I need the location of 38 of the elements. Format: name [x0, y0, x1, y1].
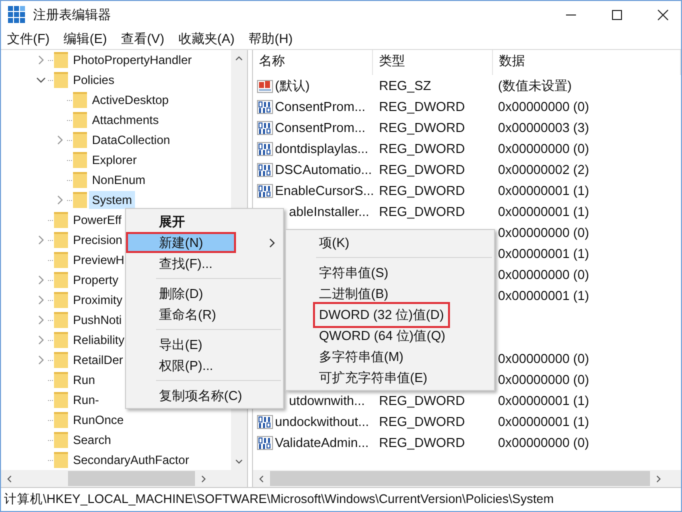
table-cell: REG_DWORD — [379, 204, 465, 219]
table-cell: REG_DWORD — [379, 183, 465, 198]
table-cell: 0x00000002 (2) — [498, 162, 590, 177]
table-cell: 0x00000000 (0) — [498, 267, 590, 282]
table-cell: REG_DWORD — [379, 120, 465, 135]
table-cell: 0x00000001 (1) — [498, 414, 590, 429]
table-cell: DSCAutomatio... — [275, 162, 372, 177]
table-cell: 0x00000000 (0) — [498, 225, 590, 240]
table-cell: EnableCursorS... — [275, 183, 374, 198]
window-title: 注册表编辑器 — [33, 6, 111, 24]
table-cell: 0x00000000 (0) — [498, 435, 590, 450]
table-cell: REG_DWORD — [379, 414, 465, 429]
table-cell: dontdisplaylas... — [275, 141, 368, 156]
table-cell: (默认) — [275, 76, 310, 94]
table-cell: 0x00000000 (0) — [498, 141, 590, 156]
table-cell: undockwithout... — [275, 414, 369, 429]
table-cell: REG_DWORD — [379, 141, 465, 156]
table-cell: ConsentProm... — [275, 99, 366, 114]
table-cell: REG_DWORD — [379, 435, 465, 450]
table-cell: ableInstaller... — [289, 204, 370, 219]
table-cell: REG_DWORD — [379, 99, 465, 114]
table-cell: ValidateAdmin... — [275, 435, 369, 450]
table-cell: ConsentProm... — [275, 120, 366, 135]
table-cell: 0x00000000 (0) — [498, 351, 590, 366]
table-cell: REG_DWORD — [379, 162, 465, 177]
table-cell: 0x00000001 (1) — [498, 288, 590, 303]
table-cell: 0x00000003 (3) — [498, 120, 590, 135]
table-cell: utdownwith... — [289, 393, 365, 408]
table-cell: REG_SZ — [379, 78, 432, 93]
table-cell: 0x00000001 (1) — [498, 393, 590, 408]
table-cell: REG_DWORD — [379, 393, 465, 408]
status-bar: 计算机\HKEY_LOCAL_MACHINE\SOFTWARE\Microsoft\Windows\CurrentVersion\Policies\System — [1, 487, 681, 511]
table-cell: 0x00000001 (1) — [498, 183, 590, 198]
table-cell: 0x00000001 (1) — [498, 246, 590, 261]
table-cell: 0x00000001 (1) — [498, 204, 590, 219]
table-cell: (数值未设置) — [498, 78, 572, 92]
table-cell: 0x00000000 (0) — [498, 372, 590, 387]
table-cell: 0x00000000 (0) — [498, 99, 590, 114]
